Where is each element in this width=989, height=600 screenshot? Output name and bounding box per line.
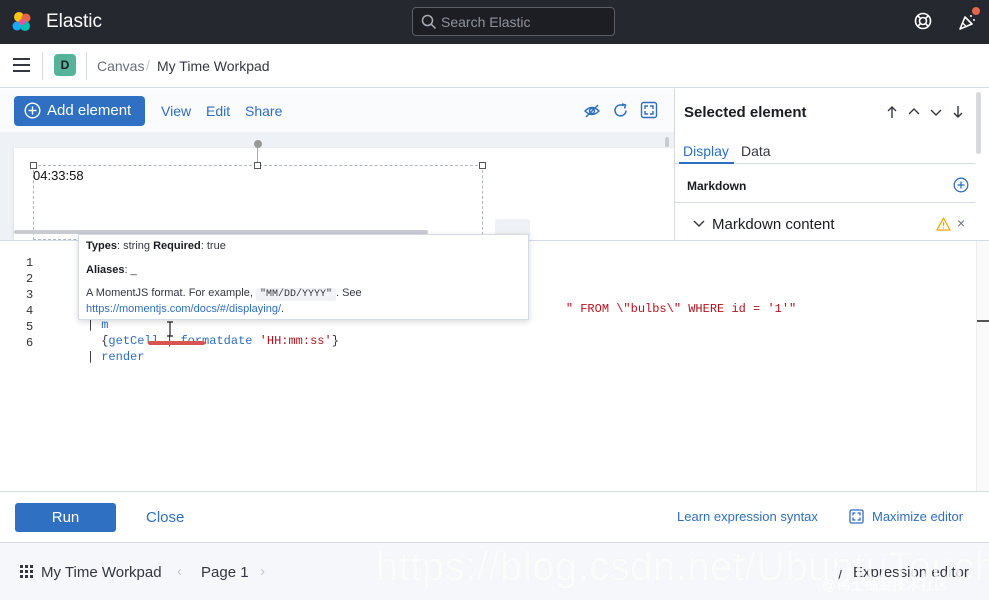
elastic-logo-icon[interactable]	[10, 10, 34, 34]
tooltip-link-suffix: .	[281, 303, 285, 315]
editor-scrollbar-marker	[977, 320, 989, 322]
tooltip-example-code: "MM/DD/YYYY"	[255, 288, 336, 301]
search-icon	[421, 14, 437, 30]
markdown-section-header: Markdown	[675, 165, 975, 203]
divider	[86, 52, 87, 80]
line-number: 4	[26, 304, 34, 318]
sidebar-tabs: Display Data	[675, 135, 975, 164]
code-token: }	[331, 334, 339, 348]
tab-data[interactable]: Data	[741, 143, 771, 159]
line-number-gutter	[0, 241, 44, 492]
add-element-button[interactable]: Add element	[14, 96, 145, 126]
sidebar-scrollbar[interactable]	[976, 92, 981, 154]
code-line-tail: " FROM \"bulbs\" WHERE id = '1'"	[537, 288, 796, 330]
workpad-toolbar: Add element View Edit Share	[0, 89, 674, 132]
chevron-down-icon[interactable]	[930, 105, 942, 119]
line-number: 2	[26, 272, 34, 286]
view-menu[interactable]: View	[161, 103, 191, 119]
breadcrumb-bar: D Canvas / My Time Workpad	[0, 44, 989, 88]
watermark-cn: @稀土掘金技术社区	[822, 577, 949, 593]
canvas-scrollbar-vertical[interactable]	[665, 137, 669, 147]
remove-argument-button[interactable]: ×	[957, 215, 965, 231]
markdown-content-label: Markdown content	[712, 216, 835, 233]
chevron-down-icon[interactable]	[693, 219, 705, 229]
maximize-editor-link[interactable]: Maximize editor	[872, 509, 963, 524]
help-icon[interactable]	[913, 11, 933, 31]
code-line: | render	[58, 336, 145, 378]
rotate-handle-line	[257, 148, 258, 162]
workpad-title[interactable]: My Time Workpad	[41, 564, 162, 581]
plus-circle-icon	[24, 102, 41, 119]
code-token: |	[86, 350, 102, 364]
chevron-left-icon[interactable]: ‹	[177, 563, 182, 580]
tooltip-docs-link[interactable]: https://momentjs.com/docs/#/displaying/	[86, 303, 281, 315]
tooltip-aliases-value: : _	[124, 264, 137, 276]
add-argument-icon[interactable]	[953, 177, 969, 193]
tooltip-types: Types: string Required: true	[86, 240, 226, 252]
tooltip-desc-suffix: . See	[335, 287, 362, 299]
warning-icon	[936, 217, 951, 231]
argument-tooltip: Types: string Required: true Aliases: _ …	[78, 234, 529, 320]
arrow-down-icon[interactable]	[952, 105, 964, 119]
editor-scrollbar[interactable]	[976, 241, 989, 492]
tooltip-types-label: Types	[86, 240, 117, 252]
breadcrumb-separator: /	[146, 57, 150, 73]
breadcrumb-current: My Time Workpad	[157, 58, 270, 74]
run-button[interactable]: Run	[15, 503, 116, 532]
share-menu[interactable]: Share	[245, 103, 282, 119]
chevron-up-icon[interactable]	[908, 105, 920, 119]
breadcrumb-canvas[interactable]: Canvas	[97, 58, 144, 74]
fullscreen-icon[interactable]	[640, 101, 658, 119]
code-token: " FROM \"bulbs\" WHERE id = '1'"	[565, 302, 797, 316]
search-input[interactable]	[441, 12, 609, 32]
tooltip-types-value: : string	[116, 240, 154, 252]
search-bar[interactable]	[412, 7, 615, 36]
resize-handle[interactable]	[254, 162, 261, 169]
markdown-element-text: 04:33:58	[33, 168, 84, 183]
grid-icon[interactable]	[20, 565, 33, 578]
menu-icon[interactable]	[13, 58, 30, 72]
editor-footer: Run Close Learn expression syntax Maximi…	[0, 491, 989, 542]
markdown-section-title: Markdown	[687, 179, 747, 193]
line-number: 6	[26, 336, 34, 350]
tooltip-aliases-label: Aliases	[86, 264, 125, 276]
chevron-right-icon[interactable]: ›	[260, 563, 265, 580]
markdown-content-row[interactable]: Markdown content ×	[675, 209, 975, 240]
tooltip-required-label: Required	[153, 240, 201, 252]
tooltip-docs-link-row: https://momentjs.com/docs/#/displaying/.	[86, 303, 284, 315]
code-token: 'HH:mm:ss'	[259, 334, 332, 348]
divider	[42, 52, 43, 80]
tab-display[interactable]: Display	[683, 143, 729, 159]
tooltip-aliases: Aliases: _	[86, 264, 137, 276]
rotate-handle[interactable]	[254, 140, 262, 148]
arrow-up-icon[interactable]	[886, 105, 898, 119]
refresh-icon[interactable]	[612, 102, 629, 119]
tooltip-description: A MomentJS format. For example, "MM/DD/Y…	[86, 287, 362, 301]
edit-menu[interactable]: Edit	[206, 103, 230, 119]
close-button[interactable]: Close	[146, 509, 184, 526]
page-indicator[interactable]: Page 1	[201, 564, 249, 581]
learn-expression-syntax-link[interactable]: Learn expression syntax	[677, 509, 818, 524]
code-token: render	[101, 350, 145, 364]
line-number: 3	[26, 288, 34, 302]
notification-badge	[972, 7, 980, 15]
brand-name[interactable]: Elastic	[46, 11, 102, 33]
selected-element-frame[interactable]	[33, 165, 483, 240]
sidebar: Selected element Display Data Markdown M…	[674, 89, 989, 240]
add-element-label: Add element	[47, 102, 132, 119]
top-header: Elastic	[0, 0, 989, 44]
text-cursor-icon	[167, 321, 173, 337]
line-number: 1	[26, 256, 34, 270]
error-underline	[148, 341, 205, 345]
line-number: 5	[26, 320, 34, 334]
eye-closed-icon[interactable]	[583, 102, 601, 120]
resize-handle[interactable]	[479, 162, 486, 169]
tooltip-desc-prefix: A MomentJS format. For example,	[86, 287, 256, 299]
active-tab-indicator	[679, 162, 734, 164]
maximize-icon[interactable]	[849, 509, 864, 524]
sidebar-title: Selected element	[684, 104, 807, 121]
tooltip-required-value: : true	[200, 240, 226, 252]
space-avatar[interactable]: D	[54, 54, 76, 76]
